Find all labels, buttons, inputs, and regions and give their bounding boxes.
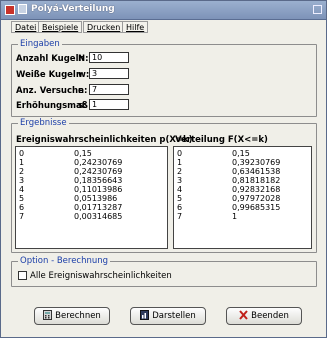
list-item-value: 0,00314685 [74,212,123,221]
list-item-value: 0,92832168 [232,185,281,194]
anzahl-kugeln-input[interactable]: 10 [89,52,129,63]
list-item-k: 7 [19,212,25,221]
close-icon [239,310,248,320]
list-item-k: 0 [19,149,25,158]
list-item-value: 0,01713287 [74,203,123,212]
option-group: Option - Berechnung Alle Ereigniswahrsch… [11,256,317,287]
erhoehungsmass-input[interactable]: 1 [89,99,129,110]
list-item-k: 2 [177,167,183,176]
ergebnisse-legend: Ergebnisse [18,118,69,128]
title-bar: Polyá-Verteilung [1,1,326,20]
berechnen-label: Berechnen [55,311,101,321]
list-item-value: 0,18356643 [74,176,123,185]
list-item-value: 0,15 [74,149,92,158]
list-item-k: 4 [177,185,183,194]
anzahl-kugeln-label: Anzahl Kugeln [16,54,85,64]
right-list-header: Verteilung F(X<=k) [175,135,268,145]
eingaben-group: Eingaben Anzahl Kugeln N: 10 Weiße Kugel… [11,39,317,117]
n-versuche-symbol-label: n: [78,86,88,96]
ereigniswahrscheinlichkeiten-list[interactable]: 0 0,15 1 0,24230769 2 0,24230769 3 0,1835664… [15,146,168,249]
list-item-value: 0,97972028 [232,194,281,203]
maximize-icon[interactable] [313,5,322,14]
list-item-k: 5 [19,194,25,203]
list-item-value: 0,81818182 [232,176,281,185]
app-window: Polyá-Verteilung Datei Beispiele Drucken… [0,0,327,338]
s-symbol-label: s: [78,101,87,111]
calculator-icon [43,310,53,320]
list-item-k: 4 [19,185,25,194]
darstellen-button[interactable]: Darstellen [130,307,206,325]
list-item-value: 0,39230769 [232,158,281,167]
darstellen-label: Darstellen [152,311,196,321]
verteilung-list[interactable]: 0 0,15 1 0,39230769 2 0,63461538 3 0,8181818… [173,146,312,249]
alle-wahrscheinlichkeiten-checkbox[interactable] [18,271,27,280]
checkbox-label: Alle Ereigniswahrscheinlichkeiten [30,271,172,281]
list-item-k: 3 [19,176,25,185]
list-item-value: 1 [232,212,238,221]
window-menu-icon[interactable] [18,4,27,14]
list-item-k: 6 [19,203,25,212]
list-item-value: 0,24230769 [74,158,123,167]
list-item-k: 5 [177,194,183,203]
window-title: Polyá-Verteilung [31,4,115,14]
list-item-k: 1 [177,158,183,167]
menu-hilfe[interactable]: Hilfe [122,21,149,33]
weisse-kugeln-label: Weiße Kugeln [16,70,82,80]
list-item-k: 3 [177,176,183,185]
option-legend: Option - Berechnung [18,256,111,266]
list-item-value: 0,11013986 [74,185,123,194]
chart-icon [140,310,150,320]
w-symbol-label: w: [78,70,90,80]
menu-datei[interactable]: Datei [11,21,41,33]
list-item-k: 0 [177,149,183,158]
list-item-value: 0,63461538 [232,167,281,176]
n-symbol-label: N: [78,54,89,64]
berechnen-button[interactable]: Berechnen [34,307,110,325]
beenden-label: Beenden [251,311,289,321]
anz-versuche-input[interactable]: 7 [89,84,129,95]
list-item-value: 0,15 [232,149,250,158]
weisse-kugeln-input[interactable]: 3 [89,68,129,79]
list-item-k: 2 [19,167,25,176]
list-item-value: 0,99685315 [232,203,281,212]
beenden-button[interactable]: Beenden [226,307,302,325]
list-item-value: 0,24230769 [74,167,123,176]
list-item-k: 1 [19,158,25,167]
list-item-k: 6 [177,203,183,212]
menu-drucken[interactable]: Drucken [83,21,125,33]
app-icon[interactable] [5,5,15,15]
eingaben-legend: Eingaben [18,39,62,49]
left-list-header: Ereigniswahrscheinlichkeiten p(X=k) [16,135,193,145]
ergebnisse-group: Ergebnisse Ereigniswahrscheinlichkeiten … [11,118,317,253]
list-item-k: 7 [177,212,183,221]
anz-versuche-label: Anz. Versuche [16,86,84,96]
list-item-value: 0,0513986 [74,194,118,203]
menu-beispiele[interactable]: Beispiele [38,21,83,33]
